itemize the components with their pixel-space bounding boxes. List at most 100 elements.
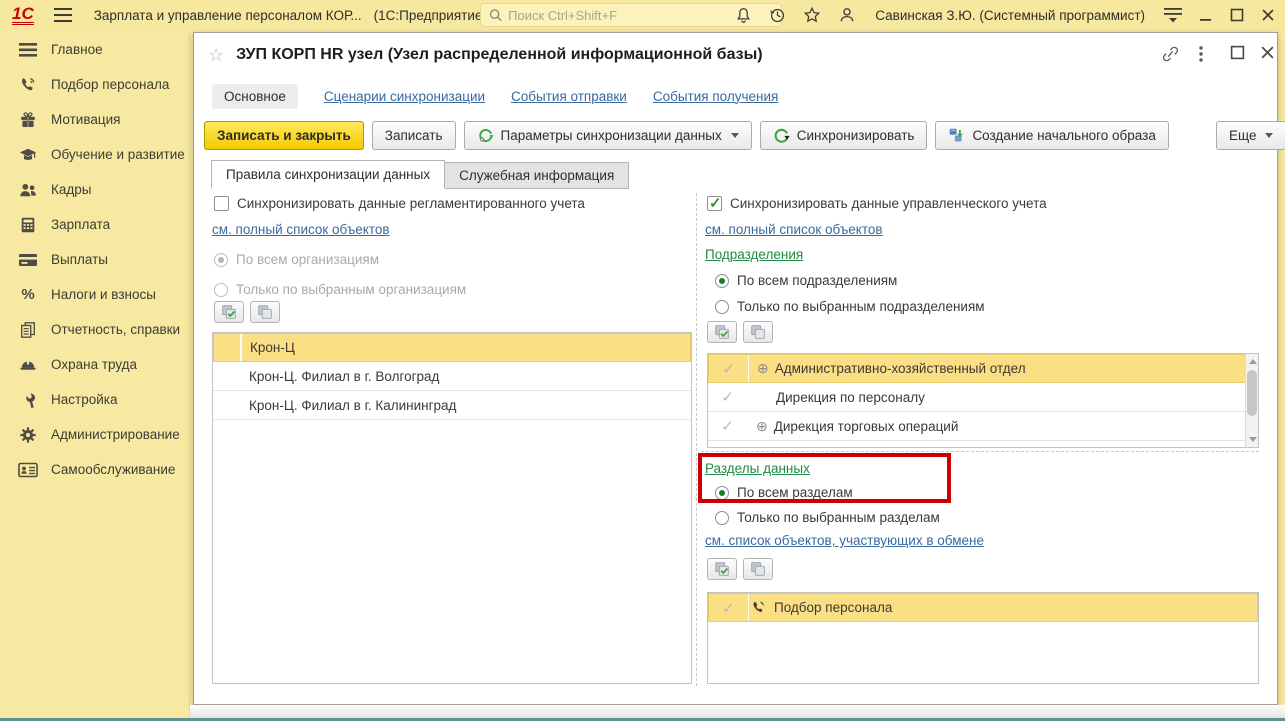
uncheck-all-button[interactable] xyxy=(250,301,280,323)
sidebar-item-recruiting[interactable]: Подбор персонала xyxy=(0,67,189,102)
checkmark-icon: ✓ xyxy=(708,441,748,447)
row-checkbox-cell[interactable] xyxy=(214,334,242,361)
table-row[interactable]: Крон-Ц. Филиал в г. Волгоград xyxy=(213,362,691,391)
departments-link[interactable]: Подразделения xyxy=(705,247,803,262)
data-sections-link[interactable]: Разделы данных xyxy=(705,461,810,476)
window-maximize-icon[interactable] xyxy=(1230,45,1245,60)
window-close-icon[interactable] xyxy=(1260,45,1275,60)
table-row[interactable]: ✓ ⊕ Административно-хозяйственный отдел xyxy=(708,354,1247,383)
app-logo-icon[interactable]: 1С xyxy=(12,5,34,25)
radio-icon[interactable] xyxy=(214,282,228,297)
app-maximize-icon[interactable] xyxy=(1230,8,1244,22)
gear-icon xyxy=(17,425,39,445)
radio-all-departments-label: По всем подразделениям xyxy=(737,273,898,288)
full-object-list-link-right[interactable]: см. полный список объектов xyxy=(705,222,883,237)
scroll-up-icon[interactable] xyxy=(1249,359,1257,364)
sidebar-item-main[interactable]: Главное xyxy=(0,32,189,67)
more-button[interactable]: Еще xyxy=(1216,121,1285,150)
radio-icon[interactable] xyxy=(715,273,729,288)
table-row[interactable]: Крон-Ц xyxy=(213,333,691,362)
sidebar-item-settings[interactable]: Настройка xyxy=(0,382,189,417)
sidebar-item-safety[interactable]: Охрана труда xyxy=(0,347,189,382)
management-data-label: Синхронизировать данные управленческого … xyxy=(730,196,1047,211)
sidebar-item-administration[interactable]: Администрирование xyxy=(0,417,189,452)
tab-service-info[interactable]: Служебная информация xyxy=(445,162,630,189)
check-all-button[interactable] xyxy=(707,558,737,580)
row-checkbox-cell[interactable] xyxy=(213,362,241,390)
radio-selected-organizations[interactable]: Только по выбранным организациям xyxy=(214,282,466,297)
sidebar-item-taxes[interactable]: % Налоги и взносы xyxy=(0,277,189,312)
uncheck-all-button[interactable] xyxy=(743,558,773,580)
sidebar-item-label: Настройка xyxy=(51,392,118,407)
checkmark-icon: ✓ xyxy=(708,412,748,440)
tab-send-events[interactable]: События отправки xyxy=(511,89,627,104)
section-divider xyxy=(701,451,1259,452)
sidebar-item-selfservice[interactable]: Самообслуживание xyxy=(0,452,189,487)
sync-params-button[interactable]: Параметры синхронизации данных xyxy=(463,121,752,150)
sidebar-item-motivation[interactable]: Мотивация xyxy=(0,102,189,137)
scroll-down-icon[interactable] xyxy=(1249,437,1257,442)
checkbox-icon[interactable] xyxy=(214,196,229,211)
save-button[interactable]: Записать xyxy=(371,121,456,150)
favorites-star-icon[interactable] xyxy=(803,6,821,24)
gift-icon xyxy=(17,110,39,130)
uncheck-all-button[interactable] xyxy=(743,321,773,343)
main-menu-icon[interactable] xyxy=(53,8,72,22)
scrollbar[interactable] xyxy=(1245,354,1258,447)
radio-icon[interactable] xyxy=(214,252,228,267)
scrollbar-thumb[interactable] xyxy=(1247,370,1257,416)
sidebar-item-payroll[interactable]: Зарплата xyxy=(0,207,189,242)
table-row[interactable]: ✓ ⊕ Дирекция торговых операций xyxy=(708,412,1247,441)
get-link-icon[interactable] xyxy=(1160,45,1180,63)
initial-image-button[interactable]: Создание начального образа xyxy=(935,121,1169,150)
radio-all-sections[interactable]: По всем разделам xyxy=(715,485,853,500)
favorite-star-icon[interactable]: ☆ xyxy=(208,45,224,66)
radio-icon[interactable] xyxy=(715,299,729,314)
user-icon[interactable] xyxy=(838,6,856,24)
radio-all-organizations[interactable]: По всем организациям xyxy=(214,252,379,267)
tab-receive-events[interactable]: События получения xyxy=(653,89,778,104)
management-data-checkbox[interactable]: Синхронизировать данные управленческого … xyxy=(707,194,1047,212)
table-row-partial[interactable]: ✓ xyxy=(708,441,1247,447)
search-input[interactable] xyxy=(508,7,773,23)
sidebar-item-reports[interactable]: Отчетность, справки xyxy=(0,312,189,347)
radio-icon[interactable] xyxy=(715,485,729,500)
exchange-objects-link[interactable]: см. список объектов, участвующих в обмен… xyxy=(705,533,984,548)
row-checkbox-cell[interactable] xyxy=(213,391,241,419)
save-close-button[interactable]: Записать и закрыть xyxy=(204,121,364,150)
expand-node-icon[interactable]: ⊕ xyxy=(757,360,769,377)
radio-selected-sections[interactable]: Только по выбранным разделам xyxy=(715,510,940,525)
table-row[interactable]: Крон-Ц. Филиал в г. Калининград xyxy=(213,391,691,420)
synchronize-button[interactable]: Синхронизировать xyxy=(759,121,928,150)
tab-sync-rules[interactable]: Правила синхронизации данных xyxy=(211,160,446,189)
app-minimize-icon[interactable] xyxy=(1199,8,1213,22)
radio-icon[interactable] xyxy=(715,510,729,525)
top-bar-controls: Савинская З.Ю. (Системный программист) xyxy=(735,0,1275,30)
sidebar-item-hr[interactable]: Кадры xyxy=(0,172,189,207)
current-user-label[interactable]: Савинская З.Ю. (Системный программист) xyxy=(875,8,1145,23)
kebab-menu-icon[interactable] xyxy=(1198,45,1204,63)
badge-icon xyxy=(17,460,39,480)
check-all-button[interactable] xyxy=(707,321,737,343)
departments-list: ✓ ⊕ Административно-хозяйственный отдел … xyxy=(707,353,1259,448)
synchronize-label: Синхронизировать xyxy=(796,128,915,143)
checkbox-icon[interactable] xyxy=(707,194,722,212)
notifications-bell-icon[interactable] xyxy=(735,7,752,24)
full-object-list-link-left[interactable]: см. полный список объектов xyxy=(212,222,390,237)
window-title: ЗУП КОРП HR узел (Узел распределенной ин… xyxy=(236,46,763,63)
tab-main[interactable]: Основное xyxy=(212,83,298,109)
table-row[interactable]: ✓ Дирекция по персоналу xyxy=(708,383,1247,412)
regulated-data-checkbox[interactable]: Синхронизировать данные регламентированн… xyxy=(214,196,585,211)
sidebar-item-training[interactable]: Обучение и развитие xyxy=(0,137,189,172)
service-menu-icon[interactable] xyxy=(1164,7,1182,23)
sync-params-icon xyxy=(478,129,494,142)
radio-selected-departments[interactable]: Только по выбранным подразделениям xyxy=(715,299,985,314)
expand-node-icon[interactable]: ⊕ xyxy=(756,418,768,435)
history-icon[interactable] xyxy=(769,7,786,24)
radio-all-departments[interactable]: По всем подразделениям xyxy=(715,273,897,288)
tab-sync-scenarios[interactable]: Сценарии синхронизации xyxy=(324,89,485,104)
sidebar-item-payments[interactable]: Выплаты xyxy=(0,242,189,277)
table-row[interactable]: ✓ Подбор персонала xyxy=(708,593,1258,622)
app-close-icon[interactable] xyxy=(1261,8,1275,22)
check-all-button[interactable] xyxy=(214,301,244,323)
